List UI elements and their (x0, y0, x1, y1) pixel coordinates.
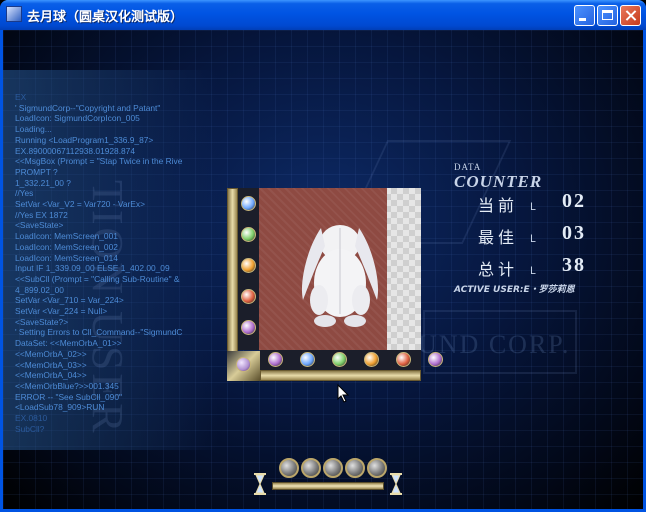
game-canvas[interactable]: TION USER UND CORP. EX ' SigmundCorp--"Co… (3, 30, 643, 509)
puzzle-board[interactable] (227, 188, 443, 381)
mouse-cursor-icon (337, 384, 350, 403)
code-log-line: <SaveState?> (15, 316, 69, 327)
code-log-line: //Yes EX 1872 (15, 209, 68, 220)
memory-picture[interactable] (259, 188, 421, 350)
code-log-line: LoadIcon: MemScreen_002 (15, 241, 118, 252)
code-log-line: <SaveState> (15, 220, 64, 231)
column-orb-track (238, 188, 260, 350)
counter-label-total: 总计 (478, 260, 519, 279)
row-orb-red[interactable] (396, 352, 411, 367)
row-orb-purple[interactable] (428, 352, 443, 367)
memory-orb-slots (279, 458, 389, 482)
counter-label-current: 当前 (478, 196, 519, 215)
row-orb-green[interactable] (332, 352, 347, 367)
column-orb-red[interactable] (241, 289, 256, 304)
maximize-button[interactable] (597, 5, 618, 26)
window-title: 去月球（圆桌汉化测试版） (27, 10, 184, 25)
code-log-line: SetVar <Var_V2 = Var720 - VarEx> (15, 199, 145, 210)
hourglass-right-icon (390, 473, 402, 495)
memory-orb-slot[interactable] (301, 458, 321, 478)
memory-orb-slot[interactable] (367, 458, 387, 478)
column-orb-orange[interactable] (241, 258, 256, 273)
code-log-line: <<MsgBox (Prompt = "Stap Twice in the Ri… (15, 156, 183, 167)
bracket-mark: ᒪ (530, 202, 536, 213)
bracket-mark: ᒪ (530, 234, 536, 245)
counter-row-total: 总计 ᒪ 38 (478, 254, 618, 280)
column-orb-blue[interactable] (241, 196, 256, 211)
hourglass-left-icon (254, 473, 266, 495)
counter-title: COUNTER (454, 172, 543, 191)
code-log-line: <<MemOrbBlue?>>001.345 (15, 380, 119, 391)
board-bottom-rail (260, 370, 421, 381)
code-log-line: EX.0810 (15, 413, 48, 424)
counter-label-best: 最佳 (478, 228, 519, 247)
code-log-line: LoadIcon: MemScreen_014 (15, 252, 118, 263)
rabbit-plush-image (301, 225, 379, 327)
row-orb-orange[interactable] (364, 352, 379, 367)
row-orb-purple[interactable] (268, 352, 283, 367)
code-log-line: SetVar <Var_224 = Null> (15, 306, 108, 317)
row-orb-track (260, 350, 443, 370)
row-orb-blue[interactable] (300, 352, 315, 367)
counter-value-current: 02 (562, 190, 586, 212)
code-log-line: PROMPT ? (15, 166, 58, 177)
active-user-label: ACTIVE USER:E・罗莎莉恩 (454, 285, 575, 295)
code-log-line: ERROR -- "See SubCll_090" (15, 391, 122, 402)
code-log-line: //Yes (15, 188, 34, 199)
code-log-line: LoadIcon: SigmundCorpIcon_005 (15, 113, 140, 124)
code-log-line: <LoadSub78_909>RUN (15, 402, 105, 413)
counter-row-best: 最佳 ᒪ 03 (478, 222, 618, 248)
progress-rail (272, 482, 384, 490)
column-orb-green[interactable] (241, 227, 256, 242)
minimize-button[interactable] (574, 5, 595, 26)
board-left-rail (227, 188, 238, 370)
code-log-line: ' Setting Errors to Cll_Command--"Sigmun… (15, 327, 183, 338)
counter-row-current: 当前 ᒪ 02 (478, 190, 618, 216)
code-log-line: <<SubCll (Prompt = "Calling Sub-Routine"… (15, 273, 180, 284)
app-icon[interactable] (6, 6, 22, 22)
code-log-line: DataSet: <<MemOrbA_01>> (15, 338, 122, 349)
counter-value-best: 03 (562, 222, 586, 244)
title-bar[interactable]: 去月球（圆桌汉化测试版） (0, 0, 646, 30)
code-log: EX ' SigmundCorp--"Copyright and Patant" L… (15, 92, 215, 452)
code-log-line: SetVar <Var_710 = Var_224> (15, 295, 124, 306)
code-log-line: Running <LoadProgram1_336.9_87> (15, 134, 154, 145)
code-log-line: SubCll? (15, 423, 45, 434)
code-log-line: Input IF 1_339.09_00 ELSE 1_402.00_09 (15, 263, 170, 274)
code-log-line: ' SigmundCorp--"Copyright and Patant" (15, 102, 161, 113)
app-window: 去月球（圆桌汉化测试版） TION USER UND CORP. EX ' Sig… (0, 0, 646, 512)
close-button[interactable] (620, 5, 641, 26)
bracket-mark: ᒪ (530, 266, 536, 277)
corner-orb[interactable] (236, 357, 251, 372)
memory-orb-slot[interactable] (279, 458, 299, 478)
code-log-line: 1_332.21_00 ? (15, 177, 71, 188)
memory-orb-slot[interactable] (323, 458, 343, 478)
code-log-line: EX.89000067112938.01928.874 (15, 145, 136, 156)
code-log-line: <<MemOrbA_02>> (15, 348, 87, 359)
code-log-line: 4_899.02_00 (15, 284, 64, 295)
memory-orb-slot[interactable] (345, 458, 365, 478)
code-log-line: <<MemOrbA_04>> (15, 370, 87, 381)
code-log-line: Loading... (15, 124, 52, 135)
code-log-line: LoadIcon: MemScreen_001 (15, 231, 118, 242)
column-orb-purple[interactable] (241, 320, 256, 335)
code-log-line: EX (15, 92, 27, 102)
code-log-line: <<MemOrbA_03>> (15, 359, 87, 370)
data-label: DATA (454, 162, 482, 172)
counter-value-total: 38 (562, 254, 586, 276)
